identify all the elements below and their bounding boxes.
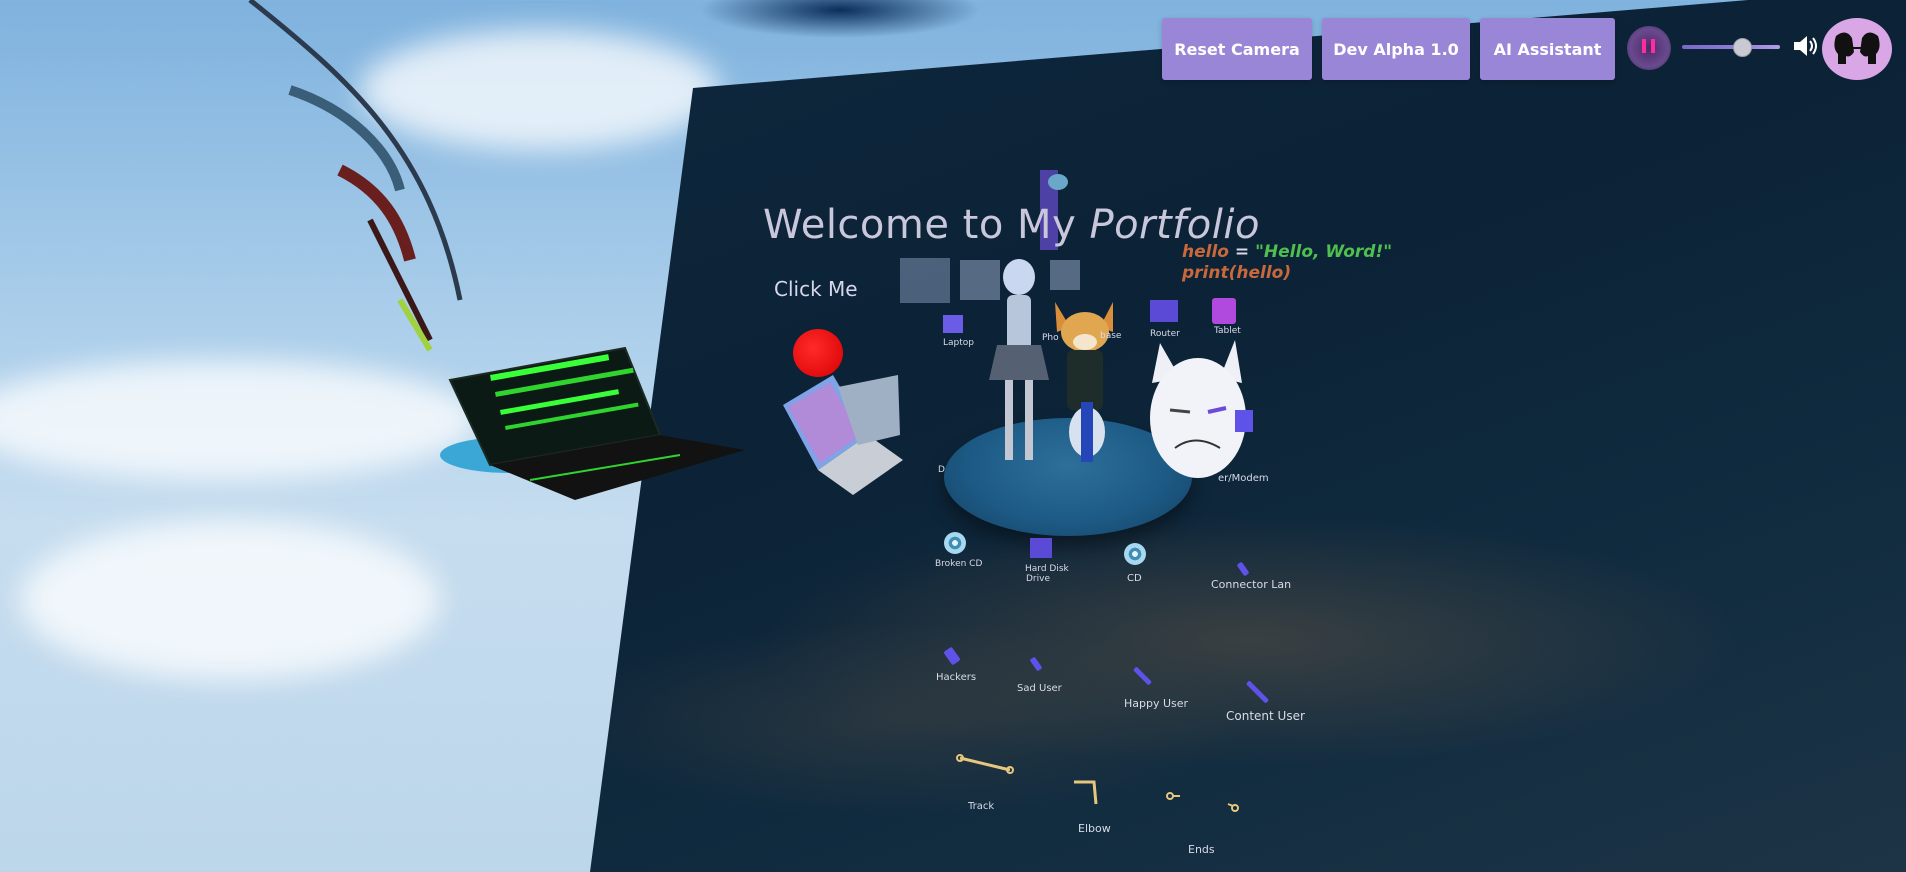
hard-disk-icon	[1030, 538, 1052, 558]
sad-user-label: Sad User	[1017, 683, 1062, 694]
database-label: base	[1100, 331, 1122, 341]
avatar-toggle-button[interactable]	[1822, 18, 1892, 80]
holo-panels	[900, 170, 1080, 303]
click-me-label: Click Me	[774, 277, 858, 301]
ends-icon	[1166, 792, 1180, 800]
broken-cd-label: Broken CD	[935, 559, 983, 569]
pause-icon	[1651, 39, 1655, 53]
fox-mask	[1150, 340, 1246, 478]
content-user-label: Content User	[1226, 709, 1305, 723]
code-line-1: hello = "Hello, Word!"	[1182, 242, 1392, 263]
silver-laptop-model	[783, 375, 903, 495]
hard-disk-label-2: Drive	[1026, 574, 1050, 584]
track-icon	[956, 754, 1014, 774]
laptop-label: Laptop	[943, 338, 974, 348]
elbow-label: Elbow	[1078, 822, 1111, 835]
laptop-icon	[943, 315, 963, 333]
welcome-title-text: Welcome to My	[763, 202, 1090, 248]
broken-cd-icon	[944, 532, 966, 554]
elbow-icon	[1074, 780, 1098, 805]
cd-icon	[1124, 543, 1146, 565]
reset-camera-button[interactable]: Reset Camera	[1162, 18, 1312, 80]
cloud	[20, 520, 440, 680]
phone-label: Pho	[1042, 333, 1059, 343]
d-label: D	[938, 465, 945, 475]
code-var: hello	[1182, 242, 1229, 262]
happy-user-label: Happy User	[1124, 697, 1189, 710]
modem-icon	[1235, 410, 1253, 432]
hard-disk-label: Hard Disk	[1025, 564, 1069, 574]
volume-slider-knob[interactable]	[1732, 38, 1752, 57]
hacker-laptop-model	[440, 346, 745, 500]
connector-lan-label: Connector Lan	[1211, 578, 1292, 591]
code-line-2: print(hello)	[1182, 263, 1292, 283]
two-heads-icon	[1834, 32, 1880, 64]
track-label: Track	[968, 801, 995, 812]
cloud	[0, 360, 480, 480]
pause-icon	[1642, 39, 1646, 53]
code-string: "Hello, Word!"	[1255, 242, 1393, 262]
speaker-icon[interactable]	[1791, 33, 1819, 59]
tablet-label: Tablet	[1214, 326, 1241, 336]
router-label: Router	[1150, 329, 1180, 339]
tablet-icon	[1212, 298, 1236, 324]
dev-alpha-button[interactable]: Dev Alpha 1.0	[1322, 18, 1470, 80]
hackers-label: Hackers	[936, 672, 977, 683]
ends-icon-2	[1227, 803, 1239, 812]
ends-label: Ends	[1188, 843, 1215, 856]
dragon-shadow	[620, 0, 1060, 50]
code-op: =	[1228, 242, 1256, 262]
volume-slider[interactable]	[1682, 45, 1780, 49]
ai-assistant-button[interactable]: AI Assistant	[1480, 18, 1615, 80]
feather-quill	[248, 0, 463, 352]
modem-label: er/Modem	[1218, 473, 1269, 484]
red-click-button[interactable]	[793, 329, 843, 377]
pause-button[interactable]	[1627, 26, 1671, 70]
code-snippet: hello = "Hello, Word!" print(hello)	[1182, 242, 1392, 284]
router-icon	[1150, 300, 1178, 322]
cd-label: CD	[1127, 573, 1142, 584]
